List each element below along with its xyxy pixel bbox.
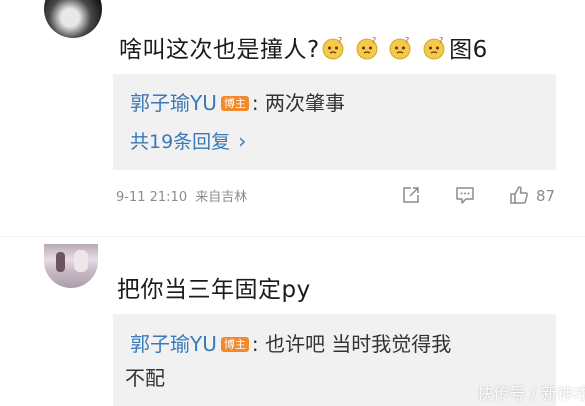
comment-suffix: 图6 xyxy=(449,37,488,63)
user-avatar[interactable] xyxy=(44,0,102,38)
comment-location: 来自吉林 xyxy=(195,190,248,205)
svg-text:?: ? xyxy=(372,36,377,45)
reply-line: 郭子瑜YU 博主: 两次肇事 xyxy=(130,87,345,116)
reply-text-continued: 不配 xyxy=(125,366,165,390)
emoji-row: ? ? ? ? xyxy=(321,34,448,60)
reply-text: : 也许吧 当时我觉得我 xyxy=(251,332,452,356)
view-all-replies-link[interactable]: 共19条回复 › xyxy=(130,127,246,154)
comment-meta: 9-11 21:10 来自吉林 xyxy=(116,186,247,205)
more-replies-label: 共19条回复 xyxy=(130,131,231,153)
chevron-right-icon: › xyxy=(238,129,247,153)
thinking-face-icon: ? xyxy=(356,36,377,59)
comment-text: 把你当三年固定py xyxy=(117,277,311,303)
reply-box[interactable]: 郭子瑜YU 博主: 两次肇事 共19条回复 › xyxy=(113,74,556,170)
author-badge: 博主 xyxy=(220,96,249,111)
svg-text:?: ? xyxy=(405,36,410,45)
share-icon[interactable] xyxy=(400,184,422,206)
thumbs-up-icon[interactable] xyxy=(508,184,530,206)
comment-text: 啥叫这次也是撞人? ? ? ? ? 图6 xyxy=(119,30,488,64)
svg-text:?: ? xyxy=(338,36,343,45)
reply-username-link[interactable]: 郭子瑜YU xyxy=(130,91,217,115)
watermark: 快传号 / 新神才 xyxy=(477,384,585,403)
user-avatar[interactable] xyxy=(44,244,98,288)
comment-timestamp: 9-11 21:10 xyxy=(116,190,188,205)
author-badge: 博主 xyxy=(220,337,249,352)
reply-text: : 两次肇事 xyxy=(251,91,345,115)
reply-username-link[interactable]: 郭子瑜YU xyxy=(130,332,217,356)
comment-icon[interactable] xyxy=(454,184,476,206)
svg-text:?: ? xyxy=(439,36,444,45)
reply-line: 郭子瑜YU 博主: 也许吧 当时我觉得我 xyxy=(130,328,451,357)
comment-body: 啥叫这次也是撞人? xyxy=(119,37,320,63)
thinking-face-icon: ? xyxy=(322,36,344,59)
like-count: 87 xyxy=(536,187,556,205)
thinking-face-icon: ? xyxy=(423,36,445,59)
comment-divider xyxy=(0,236,585,237)
thinking-face-icon: ? xyxy=(389,36,411,59)
comment-meta-bar: 9-11 21:10 来自吉林 87 xyxy=(116,184,556,208)
